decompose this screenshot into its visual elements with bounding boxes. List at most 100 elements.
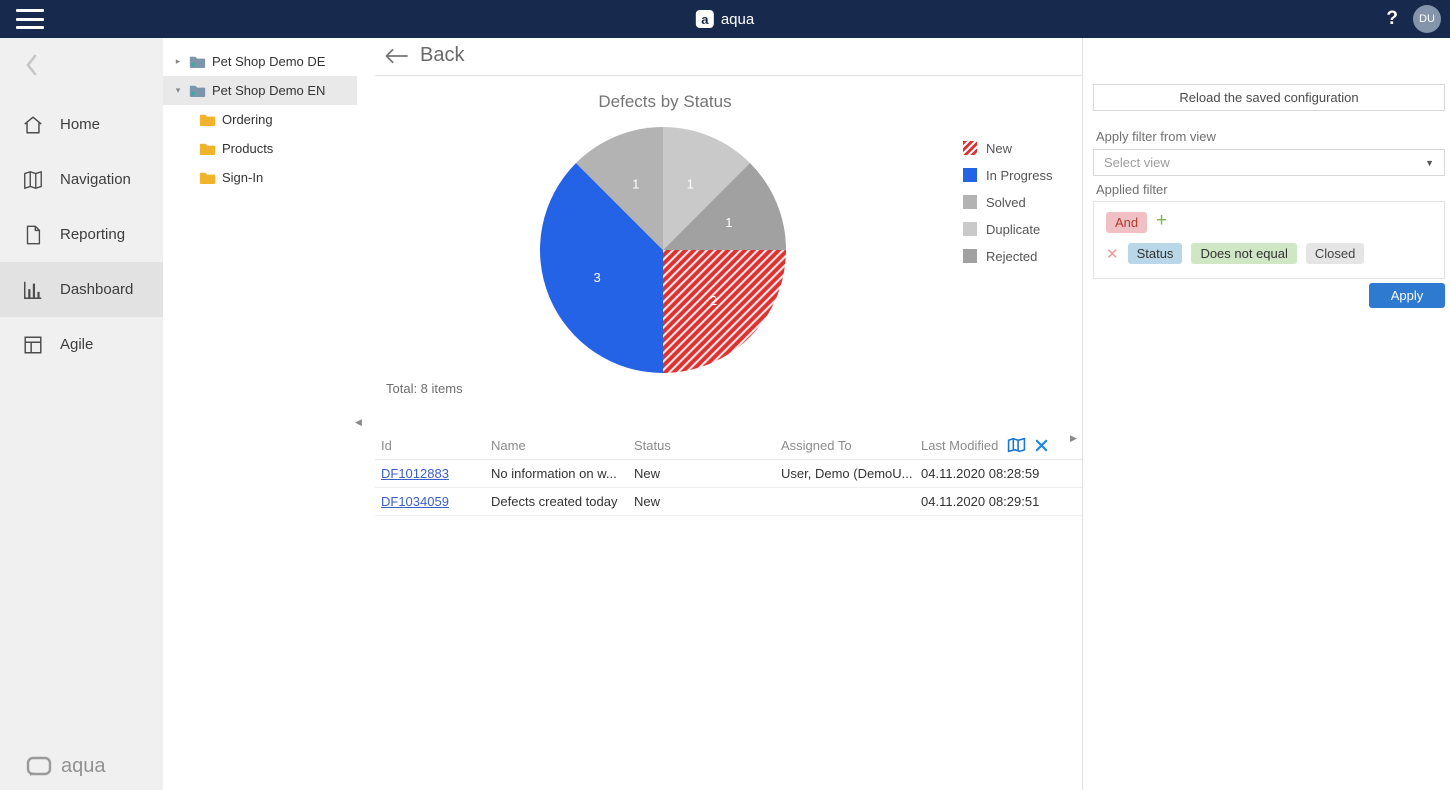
filter-panel: Reload the saved configuration Apply fil…	[1082, 38, 1450, 790]
defect-name: Defects created today	[491, 494, 634, 509]
remove-condition-icon[interactable]: ✕	[1106, 245, 1119, 263]
aqua-logo-icon: a	[696, 10, 714, 28]
defect-status: New	[634, 466, 781, 481]
folder-icon	[199, 113, 216, 127]
sidebar-item-label: Dashboard	[60, 281, 133, 298]
sidebar-item-label: Agile	[60, 336, 93, 353]
help-icon[interactable]: ?	[1386, 8, 1398, 30]
legend-label: Rejected	[986, 249, 1037, 264]
sidebar-footer-brand-text: aqua	[61, 755, 106, 778]
legend-swatch	[963, 222, 977, 236]
sidebar-item-label: Navigation	[60, 171, 131, 188]
chevron-down-icon[interactable]: ▾	[173, 85, 183, 96]
legend-label: Duplicate	[986, 222, 1040, 237]
legend-swatch	[963, 195, 977, 209]
grid-icon	[22, 334, 44, 356]
sidebar-item-label: Home	[60, 116, 100, 133]
pie-slice-value: 1	[632, 177, 639, 192]
legend-swatch	[963, 168, 977, 182]
add-condition-icon[interactable]: +	[1156, 210, 1167, 232]
pie-slice-value: 1	[725, 215, 732, 230]
column-header-id[interactable]: Id	[381, 438, 491, 453]
legend-item-new: New	[963, 139, 1052, 157]
avatar[interactable]: DU	[1413, 5, 1441, 33]
sidebar: Home Navigation Reporting Dashboard Agil…	[0, 38, 163, 790]
tree-item-label: Ordering	[222, 112, 273, 127]
project-folder-icon	[189, 84, 206, 98]
defect-last-modified: 04.11.2020 08:29:51	[921, 494, 1082, 509]
defect-last-modified: 04.11.2020 08:28:59	[921, 466, 1082, 481]
apply-button[interactable]: Apply	[1369, 283, 1445, 308]
table-row[interactable]: DF1034059 Defects created today New 04.1…	[375, 488, 1082, 516]
defect-status: New	[634, 494, 781, 509]
column-header-status[interactable]: Status	[634, 438, 781, 453]
sidebar-item-navigation[interactable]: Navigation	[0, 152, 163, 207]
pie-slice-new[interactable]	[663, 250, 786, 373]
tree-folder-ordering[interactable]: Ordering	[163, 105, 357, 134]
sidebar-footer-brand: aqua	[26, 755, 106, 778]
tree-project-pet-shop-demo-de[interactable]: ▸ Pet Shop Demo DE	[163, 47, 357, 76]
sidebar-item-reporting[interactable]: Reporting	[0, 207, 163, 262]
total-items-label: Total: 8 items	[386, 381, 463, 396]
brand-name: aqua	[721, 11, 754, 28]
home-icon	[22, 114, 44, 136]
defect-id-link[interactable]: DF1034059	[381, 494, 449, 509]
pie-slice-value: 3	[593, 270, 600, 285]
sidebar-item-agile[interactable]: Agile	[0, 317, 163, 372]
sidebar-item-home[interactable]: Home	[0, 97, 163, 152]
legend-item-solved: Solved	[963, 193, 1052, 211]
app-window: a aqua ? DU Home Navigation Reporting	[0, 0, 1450, 790]
bar-chart-icon	[22, 279, 44, 301]
collapse-left-panel-icon[interactable]: ◀	[355, 417, 362, 428]
pie-slice-value: 2	[710, 293, 717, 308]
tree-item-label: Sign-In	[222, 170, 263, 185]
apply-filter-from-view-label: Apply filter from view	[1096, 129, 1216, 144]
report-icon	[22, 224, 44, 246]
defect-id-link[interactable]: DF1012883	[381, 466, 449, 481]
reload-configuration-button[interactable]: Reload the saved configuration	[1093, 84, 1445, 111]
sidebar-nav: Home Navigation Reporting Dashboard Agil…	[0, 97, 163, 372]
aqua-logo-outline-icon	[26, 756, 52, 778]
close-icon[interactable]	[1035, 439, 1048, 452]
chevron-right-icon[interactable]: ▸	[173, 56, 183, 67]
legend-label: Solved	[986, 195, 1026, 210]
view-select-placeholder: Select view	[1104, 155, 1170, 170]
view-select[interactable]: Select view ▼	[1093, 149, 1445, 176]
column-header-assigned-to[interactable]: Assigned To	[781, 438, 921, 453]
column-header-last-modified[interactable]: Last Modified	[921, 438, 998, 453]
table-header: Id Name Status Assigned To Last Modified	[375, 431, 1082, 460]
folder-icon	[199, 171, 216, 185]
applied-filter-label: Applied filter	[1096, 182, 1168, 197]
legend-label: New	[986, 141, 1012, 156]
logic-operator-chip[interactable]: And	[1106, 212, 1147, 233]
sidebar-item-dashboard[interactable]: Dashboard	[0, 262, 163, 317]
defect-name: No information on w...	[491, 466, 634, 481]
tree-item-label: Products	[222, 141, 273, 156]
topbar-actions: ? DU	[1386, 0, 1441, 38]
pie-chart[interactable]: 2 3 1 1 1	[537, 124, 789, 376]
tree-item-label: Pet Shop Demo EN	[212, 83, 325, 98]
open-map-icon[interactable]	[1007, 437, 1026, 453]
defects-table: Id Name Status Assigned To Last Modified…	[375, 431, 1082, 516]
condition-field-chip[interactable]: Status	[1128, 243, 1183, 264]
column-header-name[interactable]: Name	[491, 438, 634, 453]
top-bar: a aqua ? DU	[0, 0, 1450, 38]
chevron-down-icon: ▼	[1425, 158, 1434, 168]
project-folder-icon	[189, 55, 206, 69]
tree-folder-products[interactable]: Products	[163, 134, 357, 163]
tree-project-pet-shop-demo-en[interactable]: ▾ Pet Shop Demo EN	[163, 76, 357, 105]
menu-icon[interactable]	[16, 9, 44, 29]
condition-operator-chip[interactable]: Does not equal	[1191, 243, 1296, 264]
table-row[interactable]: DF1012883 No information on w... New Use…	[375, 460, 1082, 488]
back-arrow-icon	[385, 48, 408, 64]
applied-filter-box: And + ✕ Status Does not equal Closed	[1093, 201, 1445, 279]
condition-value-chip[interactable]: Closed	[1306, 243, 1364, 264]
collapse-sidebar-icon[interactable]	[22, 52, 42, 83]
tree-folder-sign-in[interactable]: Sign-In	[163, 163, 357, 192]
sidebar-item-label: Reporting	[60, 226, 125, 243]
back-button[interactable]: Back	[385, 44, 464, 67]
folder-icon	[199, 142, 216, 156]
pie-slice-value: 1	[687, 177, 694, 192]
project-tree: ▸ Pet Shop Demo DE ▾ Pet Shop Demo EN Or…	[163, 38, 375, 790]
chart-title: Defects by Status	[375, 92, 955, 112]
